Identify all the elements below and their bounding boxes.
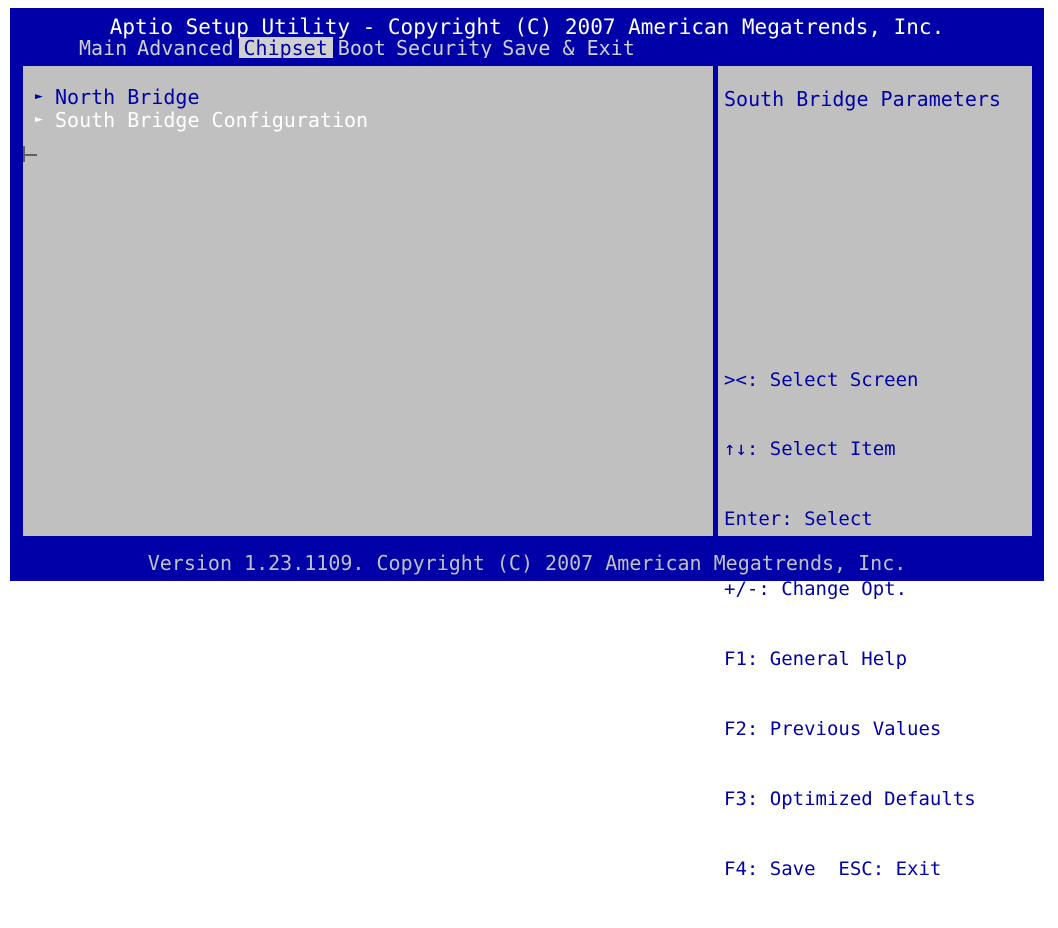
menu-item-north-bridge[interactable]: ► North Bridge [35, 86, 200, 108]
cursor-mark-vertical [23, 146, 25, 162]
tab-security[interactable]: Security [391, 37, 497, 59]
submenu-arrow-icon: ► [35, 112, 43, 127]
key-legend: ><: Select Screen ↑↓: Select Item Enter:… [724, 322, 976, 928]
help-title: South Bridge Parameters [724, 87, 1001, 111]
tab-boot[interactable]: Boot [333, 37, 391, 59]
tab-main[interactable]: Main [74, 37, 132, 59]
tab-bar: Main Advanced Chipset Boot Security Save… [74, 37, 640, 59]
key-enter-select: Enter: Select [724, 508, 873, 531]
key-general-help: F1: General Help [724, 648, 908, 671]
tab-save-exit[interactable]: Save & Exit [497, 37, 639, 59]
key-select-item: ↑↓: Select Item [724, 438, 896, 461]
menu-item-south-bridge-configuration[interactable]: ► South Bridge Configuration [35, 109, 368, 131]
key-select-screen: ><: Select Screen [724, 368, 919, 391]
key-save-exit: F4: Save ESC: Exit [724, 857, 942, 880]
main-area: ► North Bridge ► South Bridge Configurat… [10, 58, 1044, 880]
header-bar: Aptio Setup Utility - Copyright (C) 2007… [10, 8, 1044, 59]
submenu-arrow-icon: ► [35, 89, 43, 104]
cursor-mark [23, 154, 37, 156]
tab-chipset[interactable]: Chipset [238, 37, 333, 59]
menu-item-label: North Bridge [55, 85, 200, 109]
key-optimized-defaults: F3: Optimized Defaults [724, 787, 976, 810]
tab-advanced[interactable]: Advanced [132, 37, 238, 59]
bios-screen: Aptio Setup Utility - Copyright (C) 2007… [0, 0, 1058, 880]
help-pane: South Bridge Parameters ><: Select Scree… [716, 64, 1034, 880]
menu-pane: ► North Bridge ► South Bridge Configurat… [21, 64, 715, 538]
app-title: Aptio Setup Utility - Copyright (C) 2007… [109, 15, 945, 39]
footer-bar: Version 1.23.1109. Copyright (C) 2007 Am… [10, 546, 1044, 581]
key-change-opt: +/-: Change Opt. [724, 578, 908, 601]
key-previous-values: F2: Previous Values [724, 718, 942, 741]
menu-item-label: South Bridge Configuration [55, 108, 369, 132]
version-text: Version 1.23.1109. Copyright (C) 2007 Am… [147, 551, 907, 575]
